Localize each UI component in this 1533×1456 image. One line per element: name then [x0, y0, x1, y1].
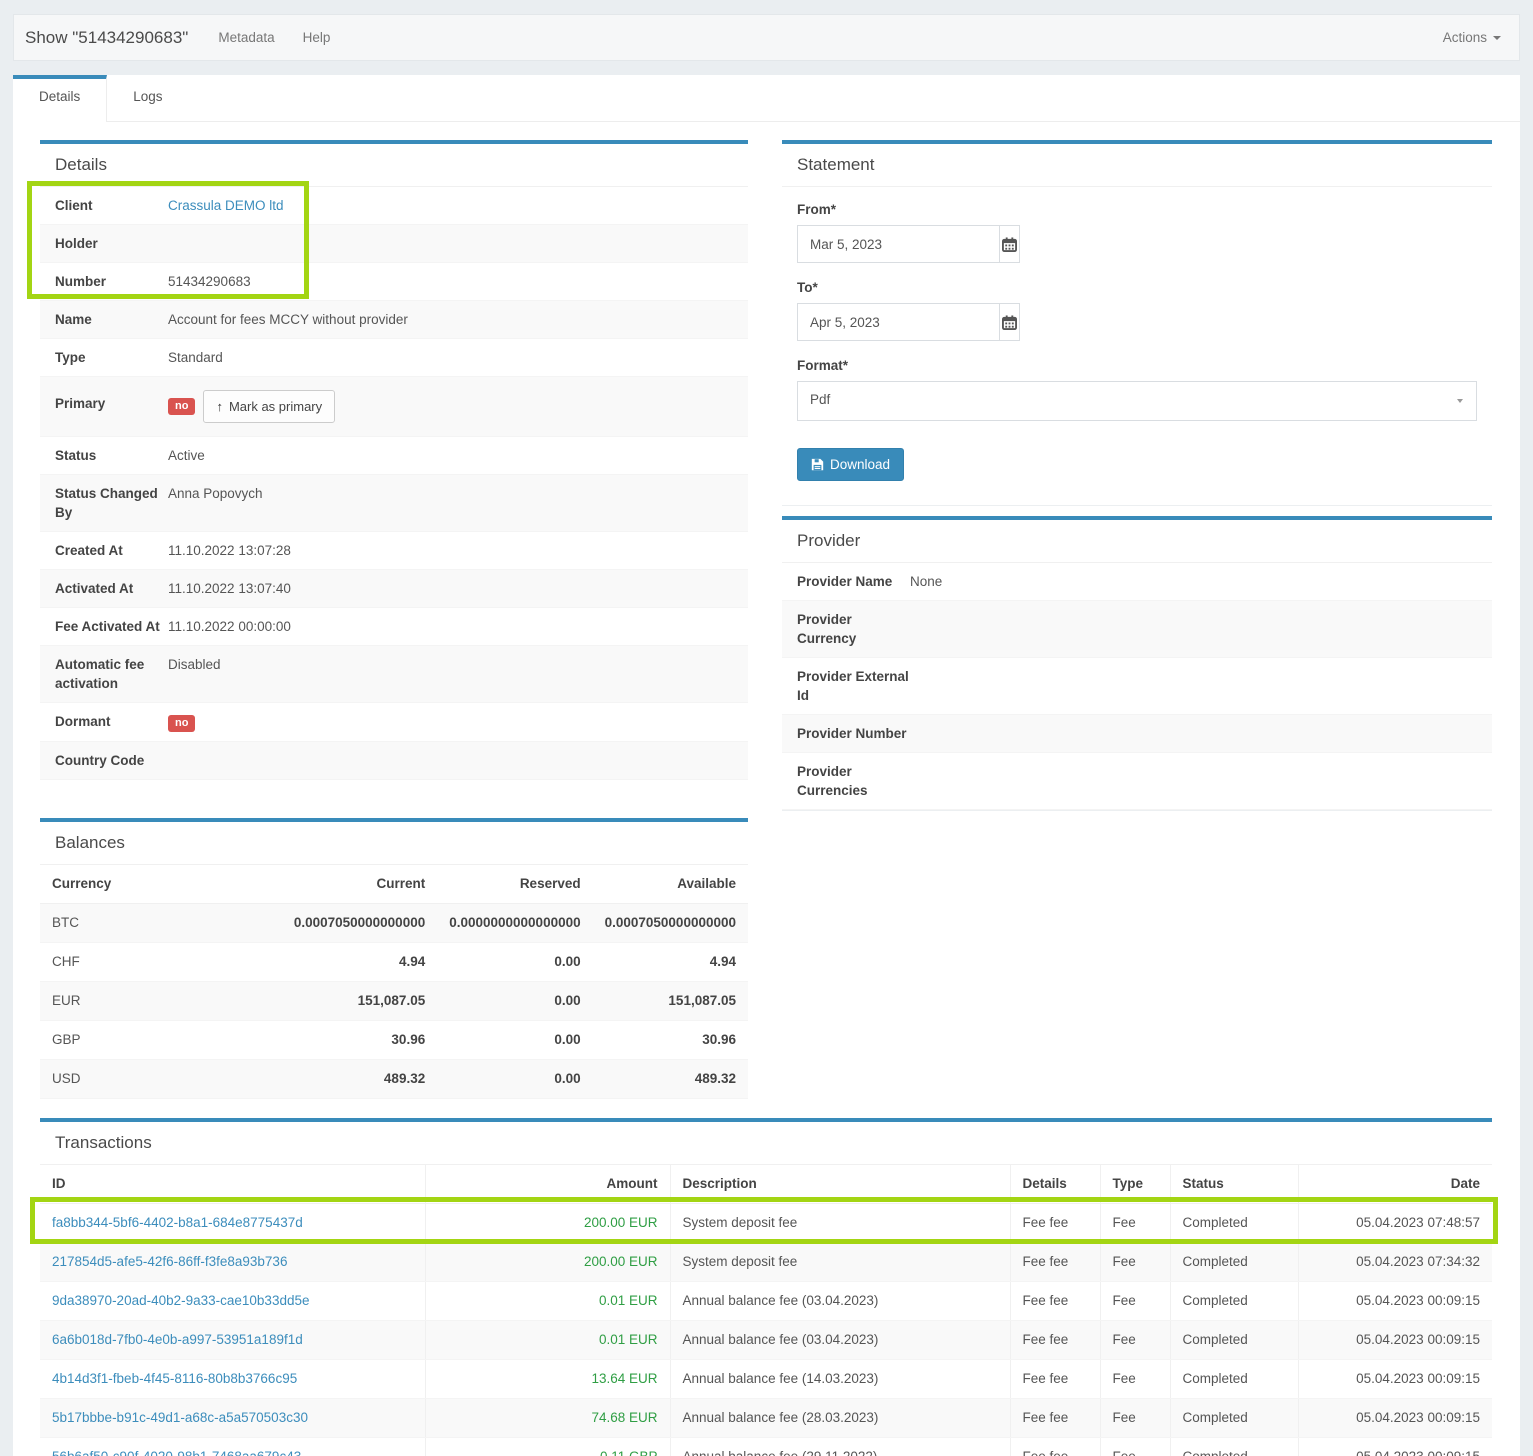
download-label: Download — [830, 457, 890, 472]
transaction-id-link[interactable]: 5b17bbbe-b91c-49d1-a68c-a5a570503c30 — [52, 1410, 308, 1425]
transaction-row: 56b6af50-c90f-4020-98b1-7468aa679c43 0.1… — [40, 1438, 1492, 1456]
from-calendar-addon[interactable] — [999, 225, 1020, 263]
transaction-id-link[interactable]: 4b14d3f1-fbeb-4f45-8116-80b8b3766c95 — [52, 1371, 297, 1386]
mark-as-primary-label: Mark as primary — [229, 397, 322, 416]
download-button[interactable]: Download — [797, 448, 904, 481]
page-title: Show "51434290683" — [25, 28, 188, 48]
detail-row-holder: Holder — [40, 225, 748, 263]
detail-row-number: Number 51434290683 — [40, 263, 748, 301]
transaction-id-link[interactable]: 56b6af50-c90f-4020-98b1-7468aa679c43 — [52, 1449, 301, 1456]
provider-row-number: Provider Number — [782, 715, 1492, 753]
transactions-panel-title: Transactions — [40, 1122, 1492, 1165]
balance-row-chf: CHF 4.94 0.00 4.94 — [40, 943, 748, 982]
detail-row-activated-at: Activated At 11.10.2022 13:07:40 — [40, 570, 748, 608]
balances-panel-title: Balances — [40, 822, 748, 865]
transaction-row: 4b14d3f1-fbeb-4f45-8116-80b8b3766c95 13.… — [40, 1360, 1492, 1399]
details-panel: Details Client Crassula DEMO ltd Holder … — [40, 140, 748, 780]
format-select-value: Pdf — [810, 392, 830, 407]
detail-row-fee-activated-at: Fee Activated At 11.10.2022 00:00:00 — [40, 608, 748, 646]
provider-row-name: Provider Name None — [782, 563, 1492, 601]
details-panel-title: Details — [40, 144, 748, 187]
balances-table: Currency Current Reserved Available BTC … — [40, 865, 748, 1099]
detail-row-dormant: Dormant no — [40, 703, 748, 742]
detail-row-automatic-fee-activation: Automatic fee activation Disabled — [40, 646, 748, 703]
client-link[interactable]: Crassula DEMO ltd — [168, 198, 284, 213]
detail-row-status-changed-by: Status Changed By Anna Popovych — [40, 475, 748, 532]
nav-help[interactable]: Help — [303, 30, 331, 45]
save-icon — [811, 458, 824, 471]
balance-row-usd: USD 489.32 0.00 489.32 — [40, 1060, 748, 1099]
transaction-row: 5b17bbbe-b91c-49d1-a68c-a5a570503c30 74.… — [40, 1399, 1492, 1438]
detail-row-type: Type Standard — [40, 339, 748, 377]
detail-row-client: Client Crassula DEMO ltd — [40, 187, 748, 225]
transaction-row: 217854d5-afe5-42f6-86ff-f3fe8a93b736 200… — [40, 1243, 1492, 1282]
primary-badge: no — [168, 398, 195, 415]
detail-row-primary: Primary no ↑ Mark as primary — [40, 377, 748, 437]
from-label: From* — [797, 202, 1477, 217]
transaction-id-link[interactable]: fa8bb344-5bf6-4402-b8a1-684e8775437d — [52, 1215, 303, 1230]
provider-panel: Provider Provider Name None Provider Cur… — [782, 516, 1492, 811]
mark-as-primary-button[interactable]: ↑ Mark as primary — [203, 390, 335, 423]
transaction-id-link[interactable]: 6a6b018d-7fb0-4e0b-a997-53951a189f1d — [52, 1332, 303, 1347]
detail-row-country-code: Country Code — [40, 742, 748, 780]
page: Show "51434290683" Metadata Help Actions… — [0, 0, 1533, 1456]
format-select[interactable]: Pdf — [797, 381, 1477, 421]
to-date-input[interactable] — [797, 303, 999, 341]
balances-header-row: Currency Current Reserved Available — [40, 865, 748, 904]
select-caret-icon — [1457, 399, 1463, 403]
balance-row-eur: EUR 151,087.05 0.00 151,087.05 — [40, 982, 748, 1021]
transaction-row: 9da38970-20ad-40b2-9a33-cae10b33dd5e 0.0… — [40, 1282, 1492, 1321]
detail-row-name: Name Account for fees MCCY without provi… — [40, 301, 748, 339]
transaction-row: fa8bb344-5bf6-4402-b8a1-684e8775437d 200… — [40, 1204, 1492, 1243]
dormant-badge: no — [168, 715, 195, 732]
statement-panel-title: Statement — [782, 144, 1492, 187]
actions-dropdown[interactable]: Actions — [1443, 30, 1501, 45]
provider-row-currency: Provider Currency — [782, 601, 1492, 658]
transactions-panel: Transactions ID Amount Description Detai… — [40, 1118, 1492, 1456]
format-label: Format* — [797, 358, 1477, 373]
provider-row-currencies: Provider Currencies — [782, 753, 1492, 810]
detail-row-status: Status Active — [40, 437, 748, 475]
arrow-up-icon: ↑ — [216, 397, 223, 416]
transaction-row: 6a6b018d-7fb0-4e0b-a997-53951a189f1d 0.0… — [40, 1321, 1492, 1360]
to-calendar-addon[interactable] — [999, 303, 1020, 341]
caret-down-icon — [1493, 36, 1501, 40]
transaction-id-link[interactable]: 217854d5-afe5-42f6-86ff-f3fe8a93b736 — [52, 1254, 287, 1269]
tab-bar: Details Logs — [13, 75, 1520, 122]
balances-panel: Balances Currency Current Reserved Avail… — [40, 818, 748, 1099]
toolbar: Show "51434290683" Metadata Help Actions — [13, 14, 1520, 61]
main-content: Details Client Crassula DEMO ltd Holder … — [13, 122, 1520, 1456]
tab-details[interactable]: Details — [13, 75, 107, 122]
transactions-header-row: ID Amount Description Details Type Statu… — [40, 1165, 1492, 1204]
statement-panel: Statement From* — [782, 140, 1492, 506]
provider-panel-title: Provider — [782, 520, 1492, 563]
calendar-icon — [1002, 315, 1017, 330]
provider-row-external-id: Provider External Id — [782, 658, 1492, 715]
nav-metadata[interactable]: Metadata — [218, 30, 274, 45]
balance-row-btc: BTC 0.0007050000000000 0.000000000000000… — [40, 904, 748, 943]
tab-logs[interactable]: Logs — [107, 75, 188, 121]
content-sheet: Details Logs Details Client Crassula DEM… — [13, 75, 1520, 1456]
from-date-input[interactable] — [797, 225, 999, 263]
transaction-id-link[interactable]: 9da38970-20ad-40b2-9a33-cae10b33dd5e — [52, 1293, 309, 1308]
transactions-table: ID Amount Description Details Type Statu… — [40, 1165, 1492, 1456]
to-label: To* — [797, 280, 1477, 295]
actions-label: Actions — [1443, 30, 1487, 45]
calendar-icon — [1002, 237, 1017, 252]
balance-row-gbp: GBP 30.96 0.00 30.96 — [40, 1021, 748, 1060]
detail-row-created-at: Created At 11.10.2022 13:07:28 — [40, 532, 748, 570]
